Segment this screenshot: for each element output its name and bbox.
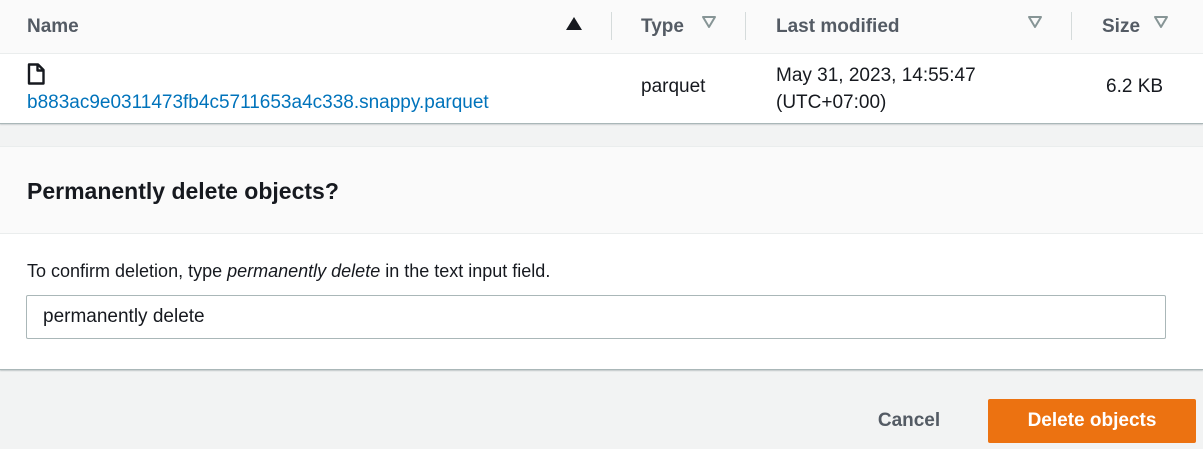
confirm-instruction: To confirm deletion, type permanently de… — [27, 261, 550, 282]
column-label-last-modified: Last modified — [776, 16, 900, 37]
object-last-modified: May 31, 2023, 14:55:47 (UTC+07:00) — [776, 62, 976, 116]
cancel-button[interactable]: Cancel — [860, 399, 958, 443]
confirm-delete-panel: Permanently delete objects? To confirm d… — [0, 146, 1203, 370]
object-name-link[interactable]: b883ac9e0311473fb4c5711653a4c338.snappy.… — [27, 90, 489, 116]
confirm-delete-input[interactable] — [26, 295, 1166, 339]
panel-title: Permanently delete objects? — [27, 178, 339, 204]
panel-header: Permanently delete objects? — [0, 147, 1203, 234]
object-type: parquet — [641, 76, 706, 97]
file-icon — [27, 63, 45, 85]
column-header-name[interactable]: Name — [27, 0, 587, 54]
column-label-size: Size — [1102, 16, 1141, 37]
table-row: b883ac9e0311473fb4c5711653a4c338.snappy.… — [0, 54, 1203, 123]
table-header: Name Type Last modified Size — [0, 0, 1203, 54]
column-divider — [745, 12, 746, 40]
column-label-type: Type — [641, 16, 684, 37]
column-label-name: Name — [27, 16, 79, 37]
column-header-last-modified[interactable]: Last modified — [776, 0, 1046, 54]
sort-icon[interactable] — [701, 15, 717, 29]
delete-objects-page: Name Type Last modified Size b883ac9e031… — [0, 0, 1203, 449]
objects-table: Name Type Last modified Size b883ac9e031… — [0, 0, 1203, 124]
sort-ascending-icon[interactable] — [566, 17, 582, 30]
last-modified-timezone: (UTC+07:00) — [776, 92, 887, 113]
object-size: 6.2 KB — [1106, 76, 1164, 97]
sort-icon[interactable] — [1027, 15, 1043, 29]
sort-icon[interactable] — [1153, 15, 1169, 29]
column-divider — [1071, 12, 1072, 40]
column-divider — [611, 12, 612, 40]
instruction-prefix: To confirm deletion, type — [27, 261, 228, 281]
instruction-suffix: in the text input field. — [380, 261, 551, 281]
column-header-size[interactable]: Size — [1102, 0, 1182, 54]
delete-objects-button[interactable]: Delete objects — [988, 399, 1196, 443]
last-modified-date: May 31, 2023, 14:55:47 — [776, 65, 976, 86]
instruction-keyword: permanently delete — [227, 261, 381, 281]
